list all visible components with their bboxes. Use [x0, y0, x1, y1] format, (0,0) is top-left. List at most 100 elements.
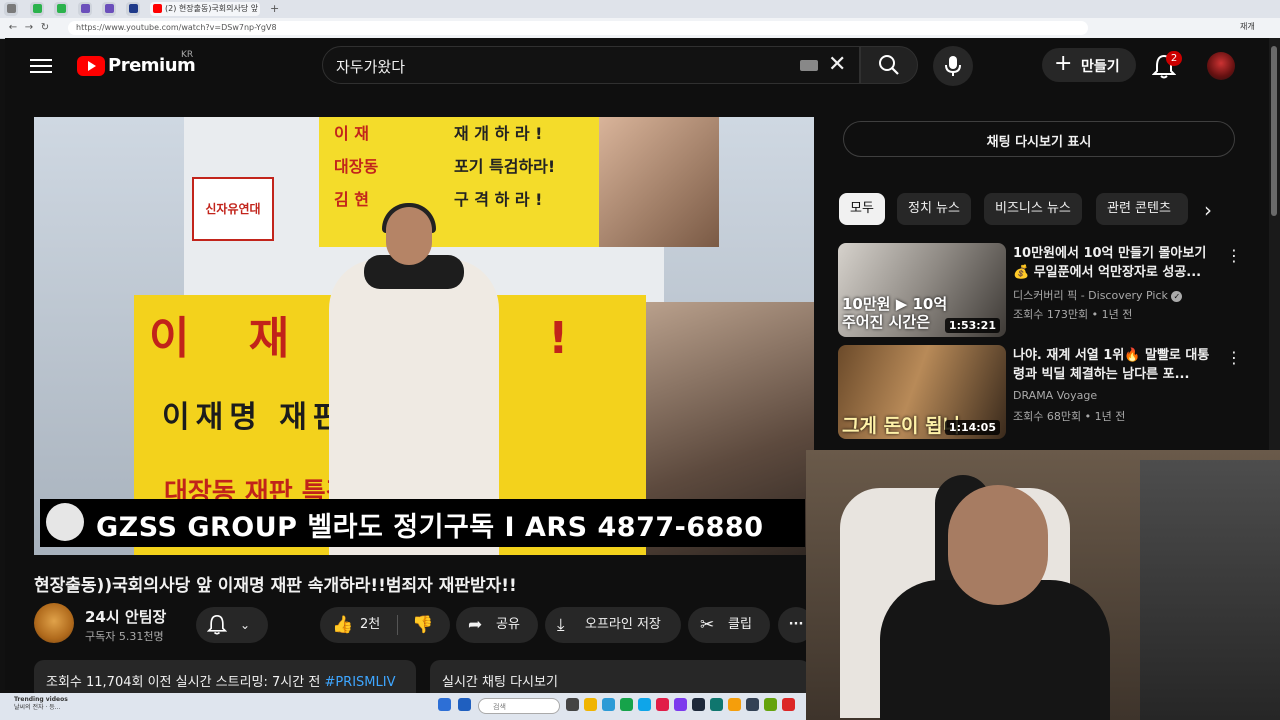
- voice-search-button[interactable]: [933, 46, 973, 86]
- download-label: 오프라인 저장: [585, 617, 661, 632]
- banner-line: 재 개 하 라 !: [454, 124, 543, 143]
- browser-tab[interactable]: [4, 2, 18, 16]
- chevron-right-icon[interactable]: ›: [1204, 198, 1212, 222]
- recommendation-title[interactable]: 10만원에서 10억 만들기 몰아보기 💰 무일푼에서 억만장자로 성공...: [1013, 244, 1213, 282]
- bell-icon: [207, 614, 227, 635]
- verified-icon: ✓: [1171, 290, 1183, 302]
- create-button[interactable]: + 만들기: [1042, 48, 1136, 82]
- browser-tab[interactable]: [126, 2, 140, 16]
- mic-icon: [945, 56, 961, 76]
- app-icon[interactable]: [728, 698, 741, 711]
- taskbar-widget[interactable]: Trending videos 날씨의 전자 · 등...: [14, 696, 74, 712]
- share-icon: ➦: [468, 615, 483, 635]
- recommendation-thumbnail[interactable]: 10만원 ▶ 10억 주어진 시간은 1:53:21: [838, 243, 1006, 337]
- widget-title: Trending videos: [14, 696, 68, 703]
- clear-search-icon[interactable]: ✕: [828, 52, 846, 77]
- banner-portrait: [599, 117, 719, 247]
- url-field[interactable]: https://www.youtube.com/watch?v=DSw7np-Y…: [68, 21, 1088, 35]
- channel-name[interactable]: 24시 안팀장: [85, 606, 166, 627]
- video-title: 현장출동))국회의사당 앞 이재명 재판 속개하라!!범죄자 재판받자!!: [34, 576, 517, 596]
- search-button[interactable]: [860, 46, 918, 84]
- share-label: 공유: [496, 617, 520, 632]
- browser-tab[interactable]: [54, 2, 68, 16]
- task-view-icon[interactable]: [566, 698, 579, 711]
- thumbs-down-icon: 👎: [412, 615, 434, 635]
- browser-tab-bar: (2) 현장출동)국회의사당 앞 +: [0, 0, 1280, 18]
- download-button[interactable]: ⤓ 오프라인 저장: [545, 607, 681, 643]
- app-icon[interactable]: [638, 698, 651, 711]
- back-icon[interactable]: ←: [6, 21, 20, 35]
- clip-button[interactable]: ✂ 클립: [688, 607, 770, 643]
- app-icon[interactable]: [764, 698, 777, 711]
- new-tab-icon[interactable]: +: [270, 2, 279, 15]
- app-icon[interactable]: [674, 698, 687, 711]
- menu-icon[interactable]: [30, 55, 52, 77]
- chip-business-news[interactable]: 비즈니스 뉴스: [984, 193, 1082, 225]
- recommendation-title[interactable]: 나야. 재계 서열 1위🔥 말빨로 대통령과 빅딜 체결하는 남다른 포...: [1013, 346, 1213, 384]
- like-button[interactable]: 👍 2천: [320, 607, 396, 643]
- edge-icon[interactable]: [602, 698, 615, 711]
- search-icon: [879, 55, 899, 75]
- scissors-icon: ✂: [700, 615, 715, 635]
- start-menu-icon[interactable]: [458, 698, 471, 711]
- more-options-icon[interactable]: ⋮: [1226, 348, 1242, 367]
- like-count: 2천: [360, 617, 381, 632]
- video-duration: 1:14:05: [944, 420, 1000, 435]
- recommendation-channel[interactable]: 디스커버리 픽 - Discovery Pick ✓: [1013, 287, 1183, 303]
- app-icon[interactable]: [782, 698, 795, 711]
- account-avatar[interactable]: [1207, 52, 1235, 80]
- app-icon[interactable]: [620, 698, 633, 711]
- search-input[interactable]: 자두가왔다: [336, 56, 405, 77]
- recommendation-meta: 조회수 68만회 • 1년 전: [1013, 410, 1126, 423]
- like-divider: [397, 615, 398, 635]
- region-code: KR: [181, 50, 194, 60]
- keyboard-icon[interactable]: [800, 60, 818, 71]
- channel-avatar[interactable]: [34, 603, 74, 643]
- thumbnail-overlay-text: 10만원 ▶ 10억 주어진 시간은: [842, 295, 948, 331]
- truck-label: 신자유연대: [192, 177, 274, 241]
- more-options-icon[interactable]: ⋮: [1226, 246, 1242, 265]
- video-player[interactable]: 신자유연대 이 재 대장동 김 현 재 개 하 라 ! 포기 특검하라! 구 격…: [34, 117, 814, 555]
- subscriber-count: 구독자 5.31천명: [85, 630, 164, 643]
- subscribed-notify-button[interactable]: ⌄: [196, 607, 268, 643]
- forward-icon[interactable]: →: [22, 21, 36, 35]
- create-label: 만들기: [1081, 59, 1120, 75]
- clip-label: 클립: [728, 617, 752, 632]
- chat-replay-title: 실시간 채팅 다시보기: [442, 675, 558, 690]
- download-icon: ⤓: [557, 615, 565, 635]
- tab-favicon-icon: [57, 4, 66, 13]
- recommendation-channel[interactable]: DRAMA Voyage: [1013, 389, 1097, 402]
- youtube-favicon-icon: [153, 4, 162, 13]
- file-explorer-icon[interactable]: [584, 698, 597, 711]
- chip-all[interactable]: 모두: [839, 193, 885, 225]
- dislike-button[interactable]: 👎: [400, 607, 450, 643]
- hashtag-link[interactable]: #PRISMLIV: [324, 675, 395, 690]
- chrome-icon[interactable]: [656, 698, 669, 711]
- browser-tab[interactable]: [78, 2, 92, 16]
- chip-related-content[interactable]: 관련 콘텐츠: [1096, 193, 1188, 225]
- app-icon[interactable]: [692, 698, 705, 711]
- channel-label: 디스커버리 픽 - Discovery Pick: [1013, 289, 1168, 302]
- recommendation-meta: 조회수 173만회 • 1년 전: [1013, 308, 1133, 321]
- plus-icon: +: [1054, 51, 1073, 76]
- lion-logo-icon: [46, 503, 84, 541]
- tab-favicon-icon: [7, 4, 16, 13]
- webcam-studio-equipment: [1140, 460, 1280, 720]
- recommendation-thumbnail[interactable]: 그게 돈이 됩니 1:14:05: [838, 345, 1006, 439]
- chip-politics-news[interactable]: 정치 뉴스: [897, 193, 971, 225]
- browser-tab-active[interactable]: (2) 현장출동)국회의사당 앞: [150, 2, 260, 16]
- description-meta: 조회수 11,704회 이전 실시간 스트리밍: 7시간 전 #PRISMLIV: [46, 671, 395, 690]
- tab-title: (2) 현장출동)국회의사당 앞: [165, 4, 259, 13]
- app-icon[interactable]: [710, 698, 723, 711]
- banner-line: 대장동: [334, 157, 379, 176]
- app-icon[interactable]: [746, 698, 759, 711]
- browser-tab[interactable]: [30, 2, 44, 16]
- taskbar-search-input[interactable]: 검색: [478, 698, 560, 714]
- profile-button[interactable]: 재개: [1240, 21, 1255, 32]
- share-button[interactable]: ➦ 공유: [456, 607, 538, 643]
- widgets-icon[interactable]: [438, 698, 451, 711]
- scrollbar-thumb[interactable]: [1271, 46, 1277, 216]
- tab-favicon-icon: [129, 4, 138, 13]
- reload-icon[interactable]: ↻: [38, 21, 52, 35]
- browser-tab[interactable]: [102, 2, 116, 16]
